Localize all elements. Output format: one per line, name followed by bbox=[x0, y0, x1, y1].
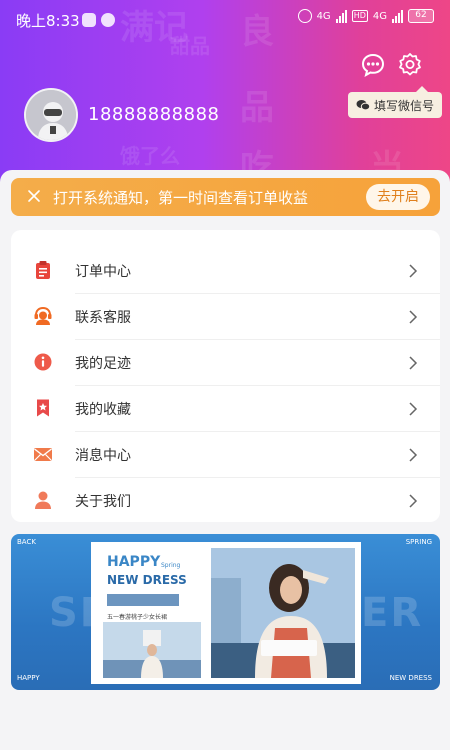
banner-spring-text: Spring bbox=[161, 562, 181, 569]
menu-item-label: 我的足迹 bbox=[75, 356, 131, 372]
menu-list: 订单中心 联系客服 我的足迹 我的收藏 消息中心 关于我们 bbox=[11, 230, 440, 522]
banner-bg-text: ER bbox=[361, 590, 424, 636]
chevron-right-icon bbox=[409, 310, 418, 324]
banner-poster: HAPPY Spring NEW DRESS 五一春游桃子少女长裙 bbox=[91, 542, 361, 684]
support-agent-icon bbox=[34, 306, 52, 325]
menu-item-label: 消息中心 bbox=[75, 448, 131, 464]
network-label: 4G bbox=[372, 10, 387, 22]
menu-item-label: 关于我们 bbox=[75, 494, 131, 510]
chevron-right-icon bbox=[409, 494, 418, 508]
banner-title: NEW DRESS bbox=[107, 573, 187, 587]
notification-icon bbox=[82, 13, 96, 27]
banner-corner-text: HAPPY bbox=[17, 674, 40, 682]
chat-icon[interactable] bbox=[360, 52, 386, 78]
network-label: 4G bbox=[316, 10, 331, 22]
watermark-text: 品 bbox=[240, 88, 274, 128]
person-icon bbox=[35, 491, 51, 509]
status-bar: 晚上8:33 4G HD 4G 62 bbox=[0, 0, 450, 40]
app-notification-icon bbox=[101, 13, 115, 27]
signal-icon bbox=[335, 9, 347, 23]
status-indicators: 4G HD 4G 62 bbox=[297, 9, 434, 23]
banner-slogan: 五一春游桃子少女长裙 bbox=[107, 614, 168, 621]
banner-photo-small bbox=[103, 622, 201, 678]
menu-item-order-center[interactable]: 订单中心 bbox=[11, 248, 440, 294]
wechat-icon bbox=[356, 100, 370, 111]
signal-icon bbox=[392, 9, 403, 23]
close-icon[interactable] bbox=[27, 189, 41, 203]
wechat-tip-label: 填写微信号 bbox=[374, 98, 435, 113]
battery-indicator: 62 bbox=[408, 9, 434, 23]
banner-corner-text: BACK bbox=[17, 538, 36, 546]
info-icon bbox=[34, 353, 52, 371]
alarm-icon bbox=[297, 9, 312, 23]
menu-item-label: 订单中心 bbox=[75, 264, 131, 280]
notification-banner: 打开系统通知，第一时间查看订单收益 去开启 bbox=[11, 178, 440, 216]
promo-banner[interactable]: SP ER BACK SPRING HAPPY NEW DRESS HAPPY … bbox=[11, 534, 440, 690]
enable-notification-button[interactable]: 去开启 bbox=[366, 184, 430, 210]
status-time: 晚上8:33 bbox=[16, 12, 80, 30]
menu-item-favorites[interactable]: 我的收藏 bbox=[11, 386, 440, 432]
hd-badge: HD bbox=[351, 10, 368, 22]
chevron-right-icon bbox=[409, 356, 418, 370]
banner-happy-text: HAPPY bbox=[107, 554, 161, 570]
banner-corner-text: SPRING bbox=[405, 538, 432, 546]
menu-item-customer-service[interactable]: 联系客服 bbox=[11, 294, 440, 340]
watermark-text: 饿了么 bbox=[120, 144, 180, 168]
gear-icon[interactable] bbox=[397, 52, 423, 78]
menu-item-message-center[interactable]: 消息中心 bbox=[11, 432, 440, 478]
avatar[interactable] bbox=[24, 88, 78, 142]
clipboard-icon bbox=[36, 261, 50, 279]
chevron-right-icon bbox=[409, 402, 418, 416]
notification-text: 打开系统通知，第一时间查看订单收益 bbox=[53, 189, 309, 207]
chevron-right-icon bbox=[409, 264, 418, 278]
user-phone: 18888888888 bbox=[88, 104, 220, 125]
menu-item-about-us[interactable]: 关于我们 bbox=[11, 478, 440, 524]
bookmark-icon bbox=[37, 399, 49, 417]
banner-photo-main bbox=[211, 548, 355, 678]
envelope-icon bbox=[34, 448, 52, 461]
wechat-id-tip[interactable]: 填写微信号 bbox=[348, 86, 443, 118]
menu-item-footprint[interactable]: 我的足迹 bbox=[11, 340, 440, 386]
banner-bar bbox=[107, 594, 179, 606]
menu-item-label: 联系客服 bbox=[75, 310, 131, 326]
chevron-right-icon bbox=[409, 448, 418, 462]
banner-corner-text: NEW DRESS bbox=[389, 674, 432, 682]
menu-item-label: 我的收藏 bbox=[75, 402, 131, 418]
